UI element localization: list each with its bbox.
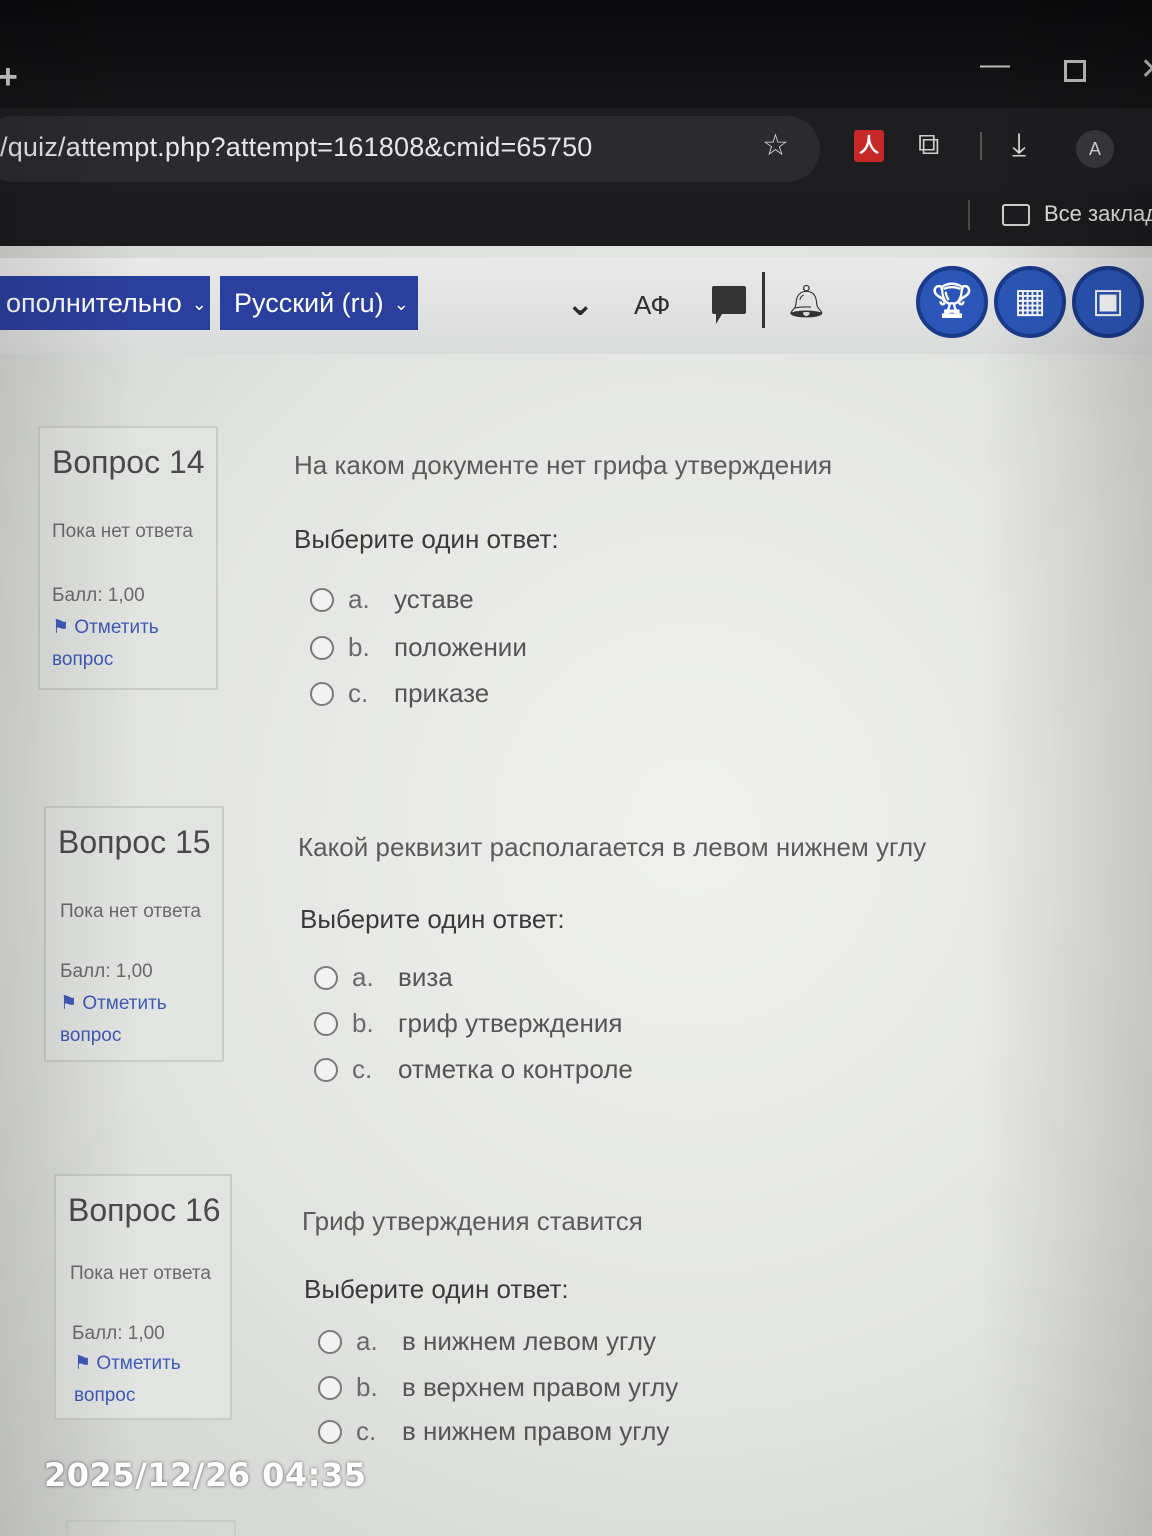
question-score: Балл: 1,00: [52, 585, 145, 606]
question-score: Балл: 1,00: [72, 1323, 165, 1344]
address-url[interactable]: /quiz/attempt.php?attempt=161808&cmid=65…: [0, 132, 593, 163]
option-text: в нижнем левом углу: [402, 1326, 657, 1356]
answer-prompt: Выберите один ответ:: [300, 904, 565, 934]
chevron-down-icon: ⌄: [393, 294, 409, 314]
question-status: Пока нет ответа: [70, 1263, 211, 1284]
radio-button[interactable]: [310, 636, 334, 660]
question-text: На каком документе нет грифа утверждения: [294, 450, 833, 480]
question-status: Пока нет ответа: [60, 901, 201, 922]
option-letter: a.: [356, 1326, 378, 1356]
more-menu-label: ополнительно: [6, 288, 182, 318]
flag-question-link[interactable]: ⚑ Отметить вопрос: [60, 988, 210, 1052]
option-text: гриф утверждения: [398, 1008, 623, 1038]
question-number: Вопрос 14: [52, 444, 205, 480]
language-menu-button[interactable]: Русский (ru) ⌄: [220, 276, 418, 330]
option-text: в нижнем правом углу: [402, 1416, 670, 1446]
trophy-icon[interactable]: 🏆︎: [916, 266, 988, 338]
more-menu-button[interactable]: ополнительно ⌄: [0, 276, 210, 330]
pdf-extension-icon[interactable]: 人: [854, 130, 884, 162]
new-tab-button[interactable]: +: [0, 58, 18, 97]
messages-icon[interactable]: [712, 286, 746, 324]
chevron-down-icon: ⌄: [191, 294, 207, 314]
folder-icon[interactable]: [1002, 204, 1030, 226]
option-text: приказе: [394, 678, 490, 708]
option-letter: b.: [352, 1008, 374, 1038]
flag-icon: ⚑: [52, 617, 75, 638]
profile-avatar[interactable]: A: [1076, 130, 1114, 168]
radio-button[interactable]: [318, 1420, 342, 1444]
navbar-divider: [762, 272, 765, 328]
question-status: Пока нет ответа: [52, 521, 193, 542]
radio-button[interactable]: [318, 1376, 342, 1400]
all-bookmarks-link[interactable]: Все заклад: [1044, 201, 1152, 227]
notifications-bell-icon[interactable]: 🔔︎: [786, 282, 827, 320]
option-text: виза: [398, 962, 453, 992]
question-number: Вопрос 15: [58, 824, 211, 860]
next-question-box: [66, 1520, 236, 1536]
maximize-icon[interactable]: [1064, 60, 1086, 82]
bookmark-star-icon[interactable]: ☆: [762, 128, 789, 163]
minimize-icon[interactable]: —: [980, 48, 1010, 82]
option-letter: b.: [348, 632, 370, 662]
close-icon[interactable]: ✕: [1140, 52, 1152, 87]
option-text: в верхнем правом углу: [402, 1372, 679, 1402]
grid-icon[interactable]: ▦: [994, 266, 1066, 338]
option-letter: b.: [356, 1372, 378, 1402]
question-score: Балл: 1,00: [60, 961, 153, 982]
font-size-toggle[interactable]: АФ: [634, 290, 670, 321]
language-label: Русский (ru): [234, 288, 384, 318]
question-text: Какой реквизит располагается в левом ниж…: [298, 832, 927, 862]
radio-button[interactable]: [314, 966, 338, 990]
photo-timestamp: 2025/12/26 04:35: [44, 1456, 367, 1494]
flag-question-link[interactable]: ⚑ Отметить вопрос: [74, 1348, 224, 1412]
bookmarks-bar: [0, 190, 1152, 246]
answer-prompt: Выберите один ответ:: [294, 524, 559, 554]
option-text: положении: [394, 632, 527, 662]
download-icon[interactable]: ⤓: [1012, 126, 1026, 164]
extensions-puzzle-icon[interactable]: ⧉: [918, 128, 939, 162]
answer-prompt: Выберите один ответ:: [304, 1274, 569, 1304]
option-letter: a.: [352, 962, 374, 992]
flag-icon: ⚑: [60, 993, 83, 1014]
chevron-down-icon[interactable]: ⌄: [566, 284, 595, 324]
radio-button[interactable]: [310, 588, 334, 612]
toolbar-divider: [980, 132, 982, 160]
radio-button[interactable]: [310, 682, 334, 706]
option-letter: c.: [352, 1054, 373, 1084]
option-text: уставе: [394, 584, 474, 614]
radio-button[interactable]: [314, 1058, 338, 1082]
bookmarks-divider: [968, 200, 970, 230]
option-text: отметка о контроле: [398, 1054, 633, 1084]
option-letter: c.: [348, 678, 369, 708]
radio-button[interactable]: [314, 1012, 338, 1036]
option-letter: c.: [356, 1416, 377, 1446]
option-letter: a.: [348, 584, 370, 614]
question-number: Вопрос 16: [68, 1192, 221, 1228]
flag-question-link[interactable]: ⚑ Отметить вопрос: [52, 612, 202, 676]
radio-button[interactable]: [318, 1330, 342, 1354]
question-text: Гриф утверждения ставится: [302, 1206, 643, 1236]
user-profile-icon[interactable]: ▣: [1072, 266, 1144, 338]
flag-icon: ⚑: [74, 1353, 97, 1374]
